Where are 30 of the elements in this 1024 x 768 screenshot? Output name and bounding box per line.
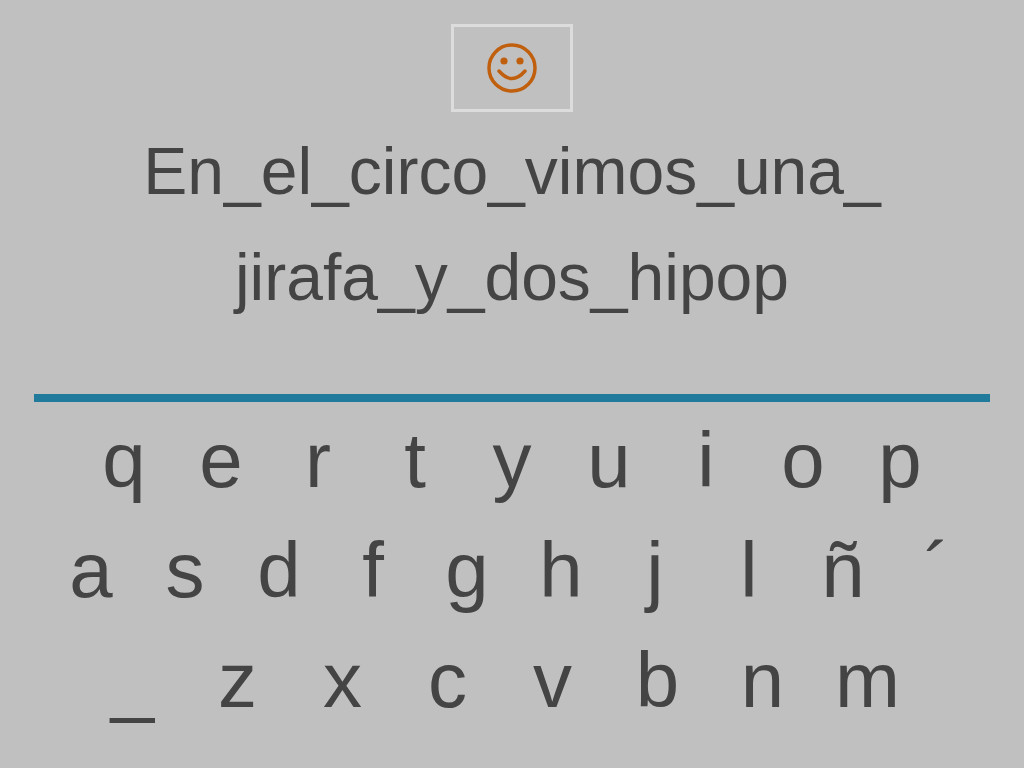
letter-key[interactable]: c (395, 630, 500, 730)
letter-key[interactable]: h (514, 520, 608, 620)
sentence-line: En_el_circo_vimos_una_ (143, 133, 881, 210)
letter-key[interactable]: g (420, 520, 514, 620)
letter-key[interactable]: u (560, 410, 658, 510)
letter-key[interactable]: e (172, 410, 270, 510)
letter-key[interactable]: ´ (890, 520, 984, 620)
letter-key[interactable]: b (605, 630, 710, 730)
letter-key[interactable]: n (710, 630, 815, 730)
letter-key[interactable]: s (138, 520, 232, 620)
letter-key[interactable]: _ (80, 630, 185, 730)
letter-key[interactable]: x (290, 630, 395, 730)
letter-key[interactable]: f (326, 520, 420, 620)
letter-key[interactable]: d (232, 520, 326, 620)
sentence-line: jirafa_y_dos_hipop (234, 239, 790, 316)
letter-key[interactable]: a (44, 520, 138, 620)
letter-key[interactable]: p (851, 410, 949, 510)
letter-key[interactable]: r (269, 410, 367, 510)
letter-key[interactable]: v (500, 630, 605, 730)
letter-key[interactable]: l (702, 520, 796, 620)
letter-key[interactable]: m (815, 630, 920, 730)
letter-key[interactable]: i (657, 410, 755, 510)
letter-key[interactable]: t (366, 410, 464, 510)
letter-key[interactable]: z (185, 630, 290, 730)
letter-key[interactable]: q (75, 410, 173, 510)
letter-key[interactable]: o (754, 410, 852, 510)
smiley-icon (486, 42, 538, 94)
letter-key[interactable]: ñ (796, 520, 890, 620)
letter-key[interactable]: j (608, 520, 702, 620)
letter-key[interactable]: y (463, 410, 561, 510)
